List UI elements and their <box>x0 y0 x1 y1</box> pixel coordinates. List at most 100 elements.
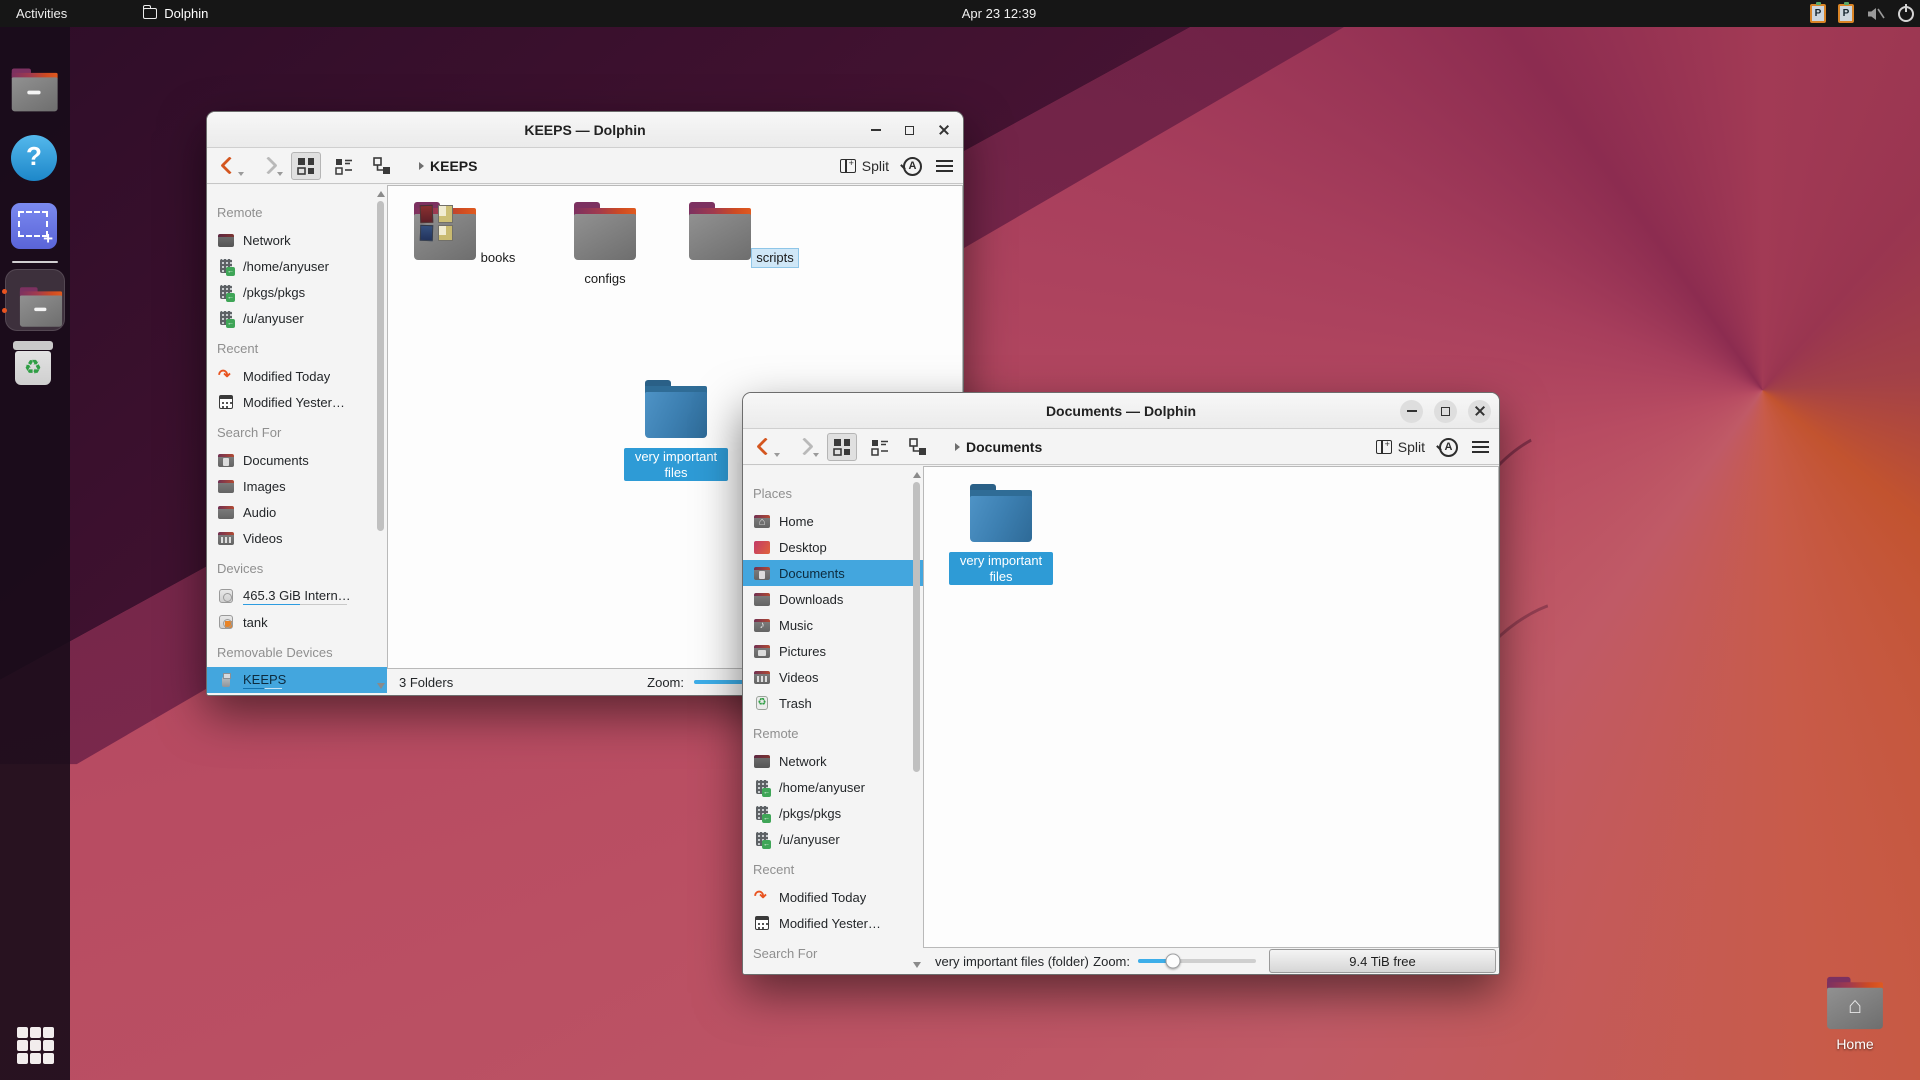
sidebar-item-trash[interactable]: Trash <box>743 690 923 716</box>
file-item-scripts[interactable]: scripts <box>688 200 799 268</box>
file-item-very-important-files[interactable]: very important files <box>946 482 1056 586</box>
sidebar-item-u-anyuser[interactable]: /u/anyuser <box>207 305 387 331</box>
minimize-button[interactable] <box>864 119 887 142</box>
breadcrumb-arrow-icon <box>419 161 424 170</box>
search-icon[interactable]: A <box>903 156 922 176</box>
split-button[interactable]: Split <box>839 158 889 174</box>
back-icon[interactable] <box>756 437 775 456</box>
zoom-slider[interactable] <box>1138 953 1256 969</box>
server-icon <box>753 778 771 797</box>
sidebar-item-label: Modified Yester… <box>243 394 345 410</box>
close-button[interactable] <box>932 119 955 142</box>
running-indicator-dot <box>2 308 7 313</box>
server-icon <box>217 309 235 328</box>
sidebar-item-label: Modified Today <box>243 368 331 384</box>
free-space-label: 9.4 TiB free <box>1349 953 1416 969</box>
zoom-label: Zoom: <box>647 674 684 690</box>
dock-item-files[interactable] <box>11 67 59 115</box>
maximize-button[interactable] <box>898 119 921 142</box>
breadcrumb[interactable]: Documents <box>955 439 1042 455</box>
split-button[interactable]: Split <box>1375 439 1425 455</box>
split-icon <box>839 158 856 173</box>
sidebar-item-pkgs-pkgs[interactable]: /pkgs/pkgs <box>743 800 923 826</box>
titlebar[interactable]: Documents — Dolphin <box>743 393 1499 429</box>
breadcrumb-label: KEEPS <box>430 157 478 174</box>
sidebar-item-home[interactable]: Home <box>743 508 923 534</box>
file-label: very important files <box>949 552 1053 586</box>
sidebar-item-documents[interactable]: Documents <box>207 447 387 473</box>
sidebar-item-label: Documents <box>243 452 309 468</box>
sidebar-item-label: /pkgs/pkgs <box>779 805 842 821</box>
sidebar-item-label: Desktop <box>779 539 827 555</box>
sidebar-item-network[interactable]: Network <box>207 227 387 253</box>
sidebar-item-label: Documents <box>779 974 845 975</box>
sidebar-item-label: Pictures <box>779 643 826 659</box>
forward-icon[interactable] <box>259 156 278 175</box>
sidebar-item-tank[interactable]: tank <box>207 609 387 635</box>
file-item-configs[interactable]: configs <box>550 200 660 288</box>
sidebar-item-465-3-gib-intern[interactable]: 465.3 GiB Intern… <box>207 583 387 609</box>
sidebar-item-network[interactable]: Network <box>743 748 923 774</box>
activities-button[interactable]: Activities <box>0 0 83 27</box>
power-icon[interactable] <box>1898 3 1914 22</box>
sidebar-item-audio[interactable]: Audio <box>207 499 387 525</box>
volume-muted-icon[interactable] <box>1866 5 1886 23</box>
sidebar-item-label: 465.3 GiB Intern… <box>243 587 351 605</box>
sidebar-item-home-anyuser[interactable]: /home/anyuser <box>743 774 923 800</box>
sidebar-item-modified-today[interactable]: Modified Today <box>743 884 923 910</box>
details-view-button[interactable] <box>865 433 895 461</box>
clipboard-tray-icon[interactable]: P <box>1810 2 1826 23</box>
sidebar-item-label: /home/anyuser <box>779 779 865 795</box>
file-item-very-important-files[interactable]: very important files <box>621 378 731 482</box>
dock-item-dolphin[interactable] <box>5 269 65 331</box>
sidebar-item-videos[interactable]: Videos <box>743 664 923 690</box>
sidebar-item-pkgs-pkgs[interactable]: /pkgs/pkgs <box>207 279 387 305</box>
sidebar-item-desktop[interactable]: Desktop <box>743 534 923 560</box>
file-area[interactable]: very important files <box>923 466 1499 948</box>
menu-icon[interactable] <box>936 160 953 172</box>
dock-item-help[interactable]: ? <box>11 135 59 183</box>
icons-view-button[interactable] <box>827 432 857 461</box>
icons-view-button[interactable] <box>291 151 321 180</box>
show-applications-button[interactable] <box>17 1027 55 1064</box>
folder-videos-icon <box>217 529 235 547</box>
sidebar-item-images[interactable]: Images <box>207 473 387 499</box>
sidebar-scrollbar[interactable] <box>910 468 923 972</box>
titlebar[interactable]: KEEPS — Dolphin <box>207 112 963 148</box>
sidebar-item-downloads[interactable]: Downloads <box>743 586 923 612</box>
sidebar-item-pictures[interactable]: Pictures <box>743 638 923 664</box>
sidebar-item-modified-today[interactable]: Modified Today <box>207 363 387 389</box>
menu-icon[interactable] <box>1472 441 1489 453</box>
sidebar-item-documents[interactable]: Documents <box>743 560 923 586</box>
sidebar-item-modified-yester[interactable]: Modified Yester… <box>743 910 923 936</box>
desktop-icon-home[interactable]: ⌂ Home <box>1808 972 1902 1052</box>
dolphin-icon <box>19 286 63 328</box>
sidebar-item-u-anyuser[interactable]: /u/anyuser <box>743 826 923 852</box>
folder-icon <box>573 200 637 262</box>
forward-icon[interactable] <box>795 437 814 456</box>
sidebar-item-keeps[interactable]: KEEPS <box>207 667 387 693</box>
clipboard-tray-icon[interactable]: P <box>1838 2 1854 23</box>
minimize-button[interactable] <box>1400 399 1423 423</box>
breadcrumb-arrow-icon <box>955 442 960 451</box>
maximize-button[interactable] <box>1434 399 1457 423</box>
sidebar-item-music[interactable]: Music <box>743 612 923 638</box>
details-view-button[interactable] <box>329 152 359 180</box>
dock-item-screenshot[interactable] <box>11 203 59 251</box>
clock[interactable]: Apr 23 12:39 <box>934 6 1064 21</box>
tree-view-button[interactable] <box>367 152 397 180</box>
tree-view-button[interactable] <box>903 433 933 461</box>
back-icon[interactable] <box>220 156 239 175</box>
sidebar-scrollbar[interactable] <box>374 187 387 693</box>
sidebar-item-videos[interactable]: Videos <box>207 525 387 551</box>
file-label: very important files <box>624 448 728 482</box>
close-button[interactable] <box>1468 399 1491 423</box>
sidebar-item-home-anyuser[interactable]: /home/anyuser <box>207 253 387 279</box>
breadcrumb[interactable]: KEEPS <box>419 158 477 174</box>
sidebar-item-documents[interactable]: Documents <box>743 968 923 975</box>
focused-app-menu[interactable]: Dolphin <box>143 5 208 21</box>
search-icon[interactable]: A <box>1439 437 1458 457</box>
dock-item-trash[interactable]: ♻ <box>11 341 59 389</box>
sidebar-item-modified-yester[interactable]: Modified Yester… <box>207 389 387 415</box>
file-item-books[interactable]: books <box>411 200 521 267</box>
